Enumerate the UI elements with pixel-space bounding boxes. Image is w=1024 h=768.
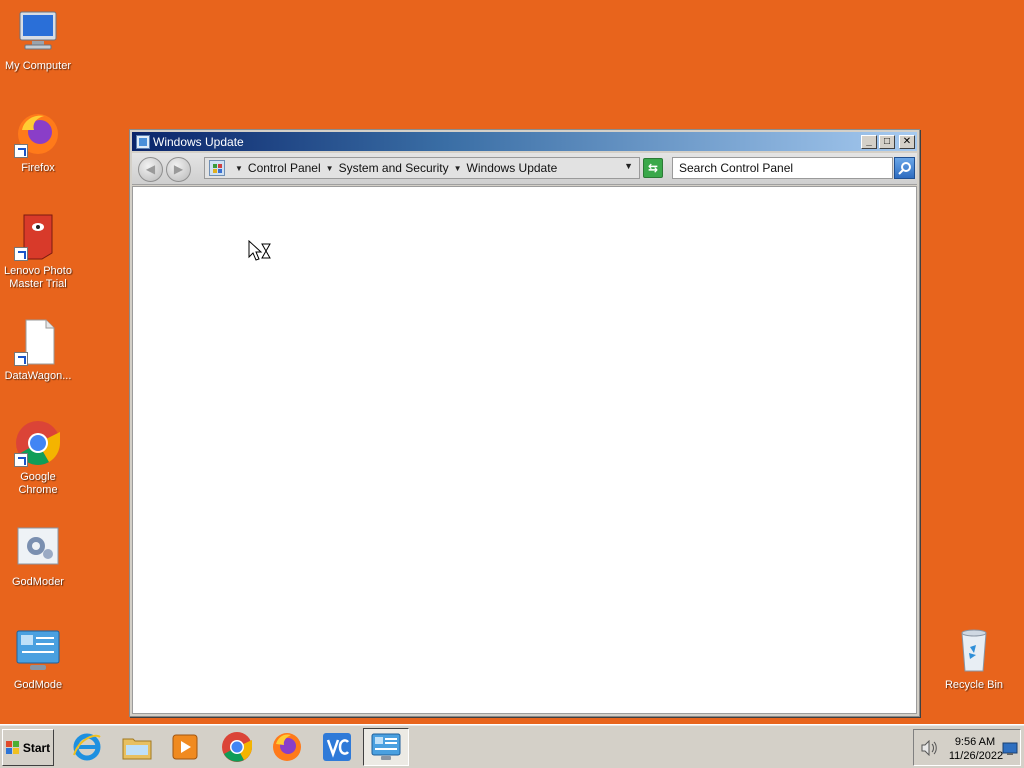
chrome-icon [14, 419, 62, 467]
window-title: Windows Update [153, 134, 244, 149]
back-button[interactable]: ◀ [138, 157, 163, 182]
forward-button[interactable]: ▶ [166, 157, 191, 182]
windows-logo-icon [5, 740, 20, 755]
start-label: Start [22, 740, 51, 755]
address-history-dropdown-icon[interactable]: ▼ [624, 161, 633, 171]
taskbar-media-player[interactable] [162, 728, 208, 766]
shortcut-arrow-icon [14, 352, 28, 366]
desktop-icon-recycle-bin[interactable]: Recycle Bin [936, 627, 1012, 692]
close-button[interactable]: ✕ [899, 134, 915, 149]
control-panel-icon [14, 627, 62, 675]
desktop-icon-datawagon[interactable]: DataWagon... [0, 318, 76, 383]
breadcrumb-system-and-security[interactable]: System and Security [339, 161, 449, 175]
desktop-icon-label: Google Chrome [18, 471, 58, 496]
desktop-icon-label: Recycle Bin [944, 679, 1004, 691]
firefox-icon [14, 110, 62, 158]
control-panel-icon [136, 134, 150, 149]
clock-date[interactable]: 11/26/2022 [946, 750, 1006, 762]
taskbar-internet-explorer[interactable] [64, 728, 110, 766]
taskbar: Start 9:56 AM 11/26/2022 [0, 724, 1024, 768]
desktop-icon-label: GodMode [13, 679, 63, 691]
desktop-icon-my-computer[interactable]: My Computer [0, 8, 76, 73]
shortcut-arrow-icon [14, 144, 28, 158]
windows-update-window: Windows Update _ □ ✕ ◀ ▶ ▼ Control Panel… [129, 129, 920, 717]
control-panel-icon [371, 733, 401, 760]
desktop-icon-label: Firefox [21, 162, 55, 174]
window-content-area [132, 186, 917, 714]
desktop-icon-godmoder[interactable]: GodModer [0, 524, 76, 589]
system-tray: 9:56 AM 11/26/2022 [913, 729, 1021, 766]
desktop-icon-label: DataWagon... [4, 370, 72, 382]
navigation-toolbar: ◀ ▶ ▼ Control Panel ▼ System and Securit… [132, 153, 917, 185]
chevron-down-icon[interactable]: ▼ [235, 164, 243, 173]
shortcut-arrow-icon [14, 453, 28, 467]
desktop-icon-godmode[interactable]: GodMode [0, 627, 76, 692]
search-icon[interactable] [894, 157, 915, 179]
my-computer-icon [14, 8, 62, 56]
desktop-icon-label: Lenovo Photo Master Trial [4, 265, 72, 290]
network-icon[interactable] [1002, 742, 1018, 756]
title-bar[interactable]: Windows Update _ □ ✕ [132, 132, 917, 151]
taskbar-control-panel[interactable] [363, 728, 409, 766]
desktop-icon-firefox[interactable]: Firefox [0, 110, 76, 175]
breadcrumb-windows-update[interactable]: Windows Update [467, 161, 558, 175]
file-icon [14, 318, 62, 366]
taskbar-firefox[interactable] [264, 728, 310, 766]
minimize-button[interactable]: _ [861, 134, 877, 149]
control-panel-icon [209, 160, 225, 176]
chrome-icon [222, 732, 252, 762]
breadcrumb-control-panel[interactable]: Control Panel [248, 161, 321, 175]
address-bar[interactable]: ▼ Control Panel ▼ System and Security ▼ … [204, 157, 640, 179]
lenovo-photo-master-icon [14, 213, 62, 261]
recycle-bin-icon [950, 627, 998, 675]
firefox-icon [273, 733, 301, 761]
chevron-down-icon[interactable]: ▼ [454, 164, 462, 173]
search-input[interactable]: Search Control Panel [672, 157, 893, 179]
desktop-icon-google-chrome[interactable]: Google Chrome [0, 419, 76, 497]
internet-explorer-icon [73, 733, 101, 761]
desktop-icon-lenovo-photo-master[interactable]: Lenovo Photo Master Trial [0, 213, 76, 291]
media-player-icon [172, 734, 198, 760]
taskbar-chrome[interactable] [214, 728, 260, 766]
chevron-down-icon[interactable]: ▼ [326, 164, 334, 173]
maximize-button[interactable]: □ [879, 134, 895, 149]
settings-gear-icon [14, 524, 62, 572]
refresh-icon[interactable]: ⇆ [643, 158, 663, 178]
start-button[interactable]: Start [2, 729, 54, 766]
taskbar-vscode[interactable] [314, 728, 360, 766]
shortcut-arrow-icon [14, 247, 28, 261]
file-explorer-icon [122, 738, 152, 760]
taskbar-file-explorer[interactable] [114, 728, 160, 766]
vscode-icon [323, 733, 351, 761]
clock-time[interactable]: 9:56 AM [952, 736, 998, 748]
busy-cursor-icon [248, 239, 272, 262]
desktop-icon-label: My Computer [4, 60, 72, 72]
desktop-icon-label: GodModer [12, 576, 64, 588]
volume-icon[interactable] [920, 740, 938, 756]
